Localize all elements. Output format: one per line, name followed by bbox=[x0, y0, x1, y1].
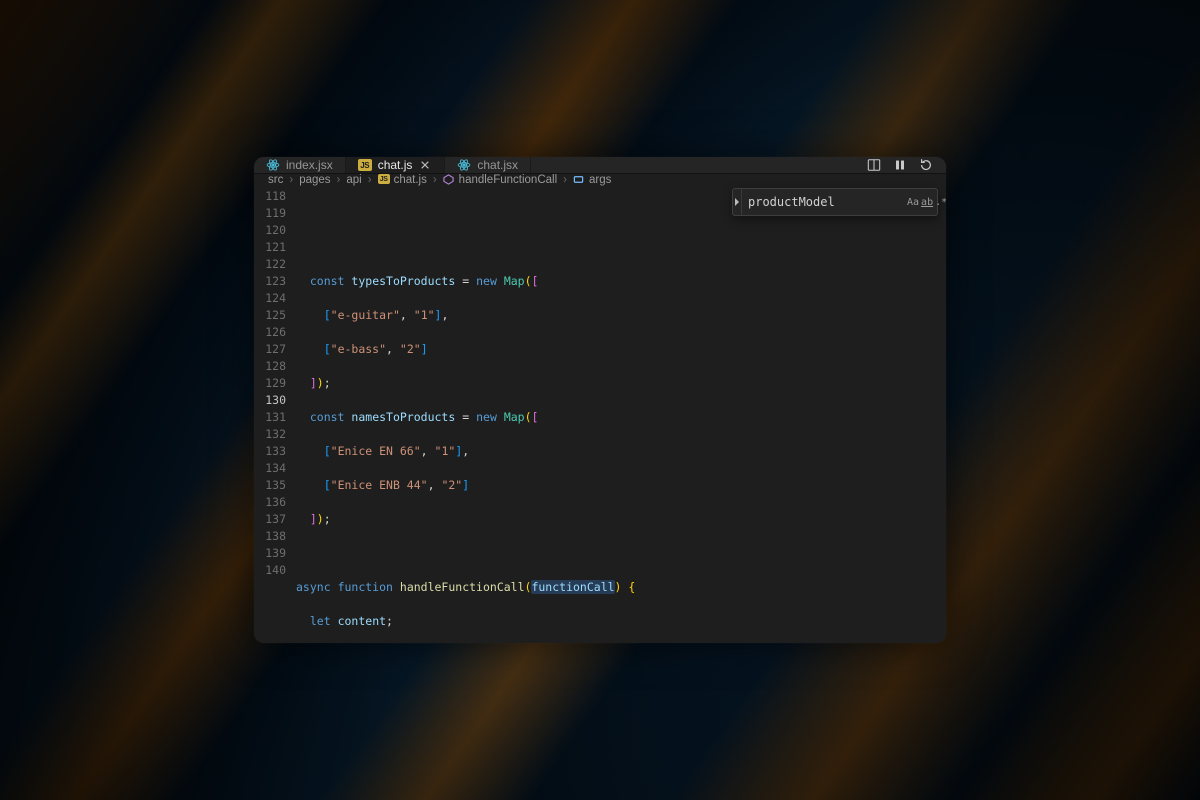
code-line: ]); bbox=[296, 375, 946, 392]
tab-label: chat.js bbox=[378, 158, 413, 172]
editor-body: 1181191201211221231241251261271281291301… bbox=[254, 186, 946, 643]
tab-label: index.jsx bbox=[286, 158, 333, 172]
tab-index-jsx[interactable]: index.jsx bbox=[254, 157, 346, 173]
line-number: 123 bbox=[254, 273, 296, 290]
line-number: 122 bbox=[254, 256, 296, 273]
js-icon: JS bbox=[358, 158, 372, 172]
line-number: 127 bbox=[254, 341, 296, 358]
line-number: 125 bbox=[254, 307, 296, 324]
variable-icon bbox=[573, 174, 585, 186]
code-editor-window: index.jsx JS chat.js chat.jsx bbox=[254, 157, 946, 643]
editor-actions bbox=[854, 157, 946, 173]
chevron-right-icon: › bbox=[433, 174, 437, 186]
chevron-right-icon: › bbox=[563, 174, 567, 186]
tab-bar: index.jsx JS chat.js chat.jsx bbox=[254, 157, 946, 174]
tab-chat-js[interactable]: JS chat.js bbox=[346, 157, 446, 173]
line-number: 129 bbox=[254, 375, 296, 392]
close-tab-button[interactable] bbox=[418, 158, 432, 172]
line-number: 139 bbox=[254, 545, 296, 562]
breadcrumb-segment[interactable]: JS chat.js bbox=[378, 174, 427, 186]
line-number: 138 bbox=[254, 528, 296, 545]
find-whole-word[interactable]: ab bbox=[921, 192, 933, 212]
line-number: 131 bbox=[254, 409, 296, 426]
pause-icon[interactable] bbox=[892, 157, 908, 173]
line-number: 132 bbox=[254, 426, 296, 443]
tab-chat-jsx[interactable]: chat.jsx bbox=[445, 157, 531, 173]
line-number: 137 bbox=[254, 511, 296, 528]
method-icon bbox=[443, 174, 455, 186]
code-line: let content; bbox=[296, 613, 946, 630]
breadcrumb-segment[interactable]: handleFunctionCall bbox=[443, 174, 557, 186]
code-line: const namesToProducts = new Map([ bbox=[296, 409, 946, 426]
code-area[interactable]: Aa ab .* const typesToProducts = new Map… bbox=[296, 186, 946, 643]
tab-label: chat.jsx bbox=[477, 158, 518, 172]
restart-debug-icon[interactable] bbox=[918, 157, 934, 173]
find-widget: Aa ab .* bbox=[732, 188, 938, 216]
code-line: ["Enice ENB 44", "2"] bbox=[296, 477, 946, 494]
line-number: 124 bbox=[254, 290, 296, 307]
react-icon bbox=[266, 158, 280, 172]
find-regex[interactable]: .* bbox=[935, 192, 946, 212]
line-number: 128 bbox=[254, 358, 296, 375]
find-match-case[interactable]: Aa bbox=[907, 192, 919, 212]
code-line: ["e-bass", "2"] bbox=[296, 341, 946, 358]
line-number: 135 bbox=[254, 477, 296, 494]
line-number-gutter: 1181191201211221231241251261271281291301… bbox=[254, 186, 296, 643]
line-number: 133 bbox=[254, 443, 296, 460]
react-icon bbox=[457, 158, 471, 172]
code-line: ["e-guitar", "1"], bbox=[296, 307, 946, 324]
code-line bbox=[296, 545, 946, 562]
find-expand-toggle[interactable] bbox=[733, 189, 742, 215]
line-number: 126 bbox=[254, 324, 296, 341]
chevron-right-icon: › bbox=[289, 174, 293, 186]
breadcrumb-segment[interactable]: api bbox=[346, 174, 361, 186]
breadcrumb-segment[interactable]: src bbox=[268, 174, 283, 186]
code-line: const typesToProducts = new Map([ bbox=[296, 273, 946, 290]
code-line: ["Enice EN 66", "1"], bbox=[296, 443, 946, 460]
line-number: 140 bbox=[254, 562, 296, 579]
line-number: 119 bbox=[254, 205, 296, 222]
chevron-right-icon: › bbox=[368, 174, 372, 186]
code-line: ]); bbox=[296, 511, 946, 528]
tab-spacer bbox=[531, 157, 854, 173]
line-number: 118 bbox=[254, 188, 296, 205]
breadcrumb-segment[interactable]: pages bbox=[299, 174, 330, 186]
js-icon: JS bbox=[378, 174, 390, 186]
breadcrumb-segment[interactable]: args bbox=[573, 174, 611, 186]
line-number: 136 bbox=[254, 494, 296, 511]
line-number: 130 bbox=[254, 392, 296, 409]
code-line: async function handleFunctionCall(functi… bbox=[296, 579, 946, 596]
line-number: 121 bbox=[254, 239, 296, 256]
find-input[interactable] bbox=[742, 195, 907, 209]
split-editor-icon[interactable] bbox=[866, 157, 882, 173]
line-number: 134 bbox=[254, 460, 296, 477]
chevron-right-icon: › bbox=[337, 174, 341, 186]
line-number: 120 bbox=[254, 222, 296, 239]
breadcrumb: src › pages › api › JS chat.js › handleF… bbox=[254, 174, 946, 186]
